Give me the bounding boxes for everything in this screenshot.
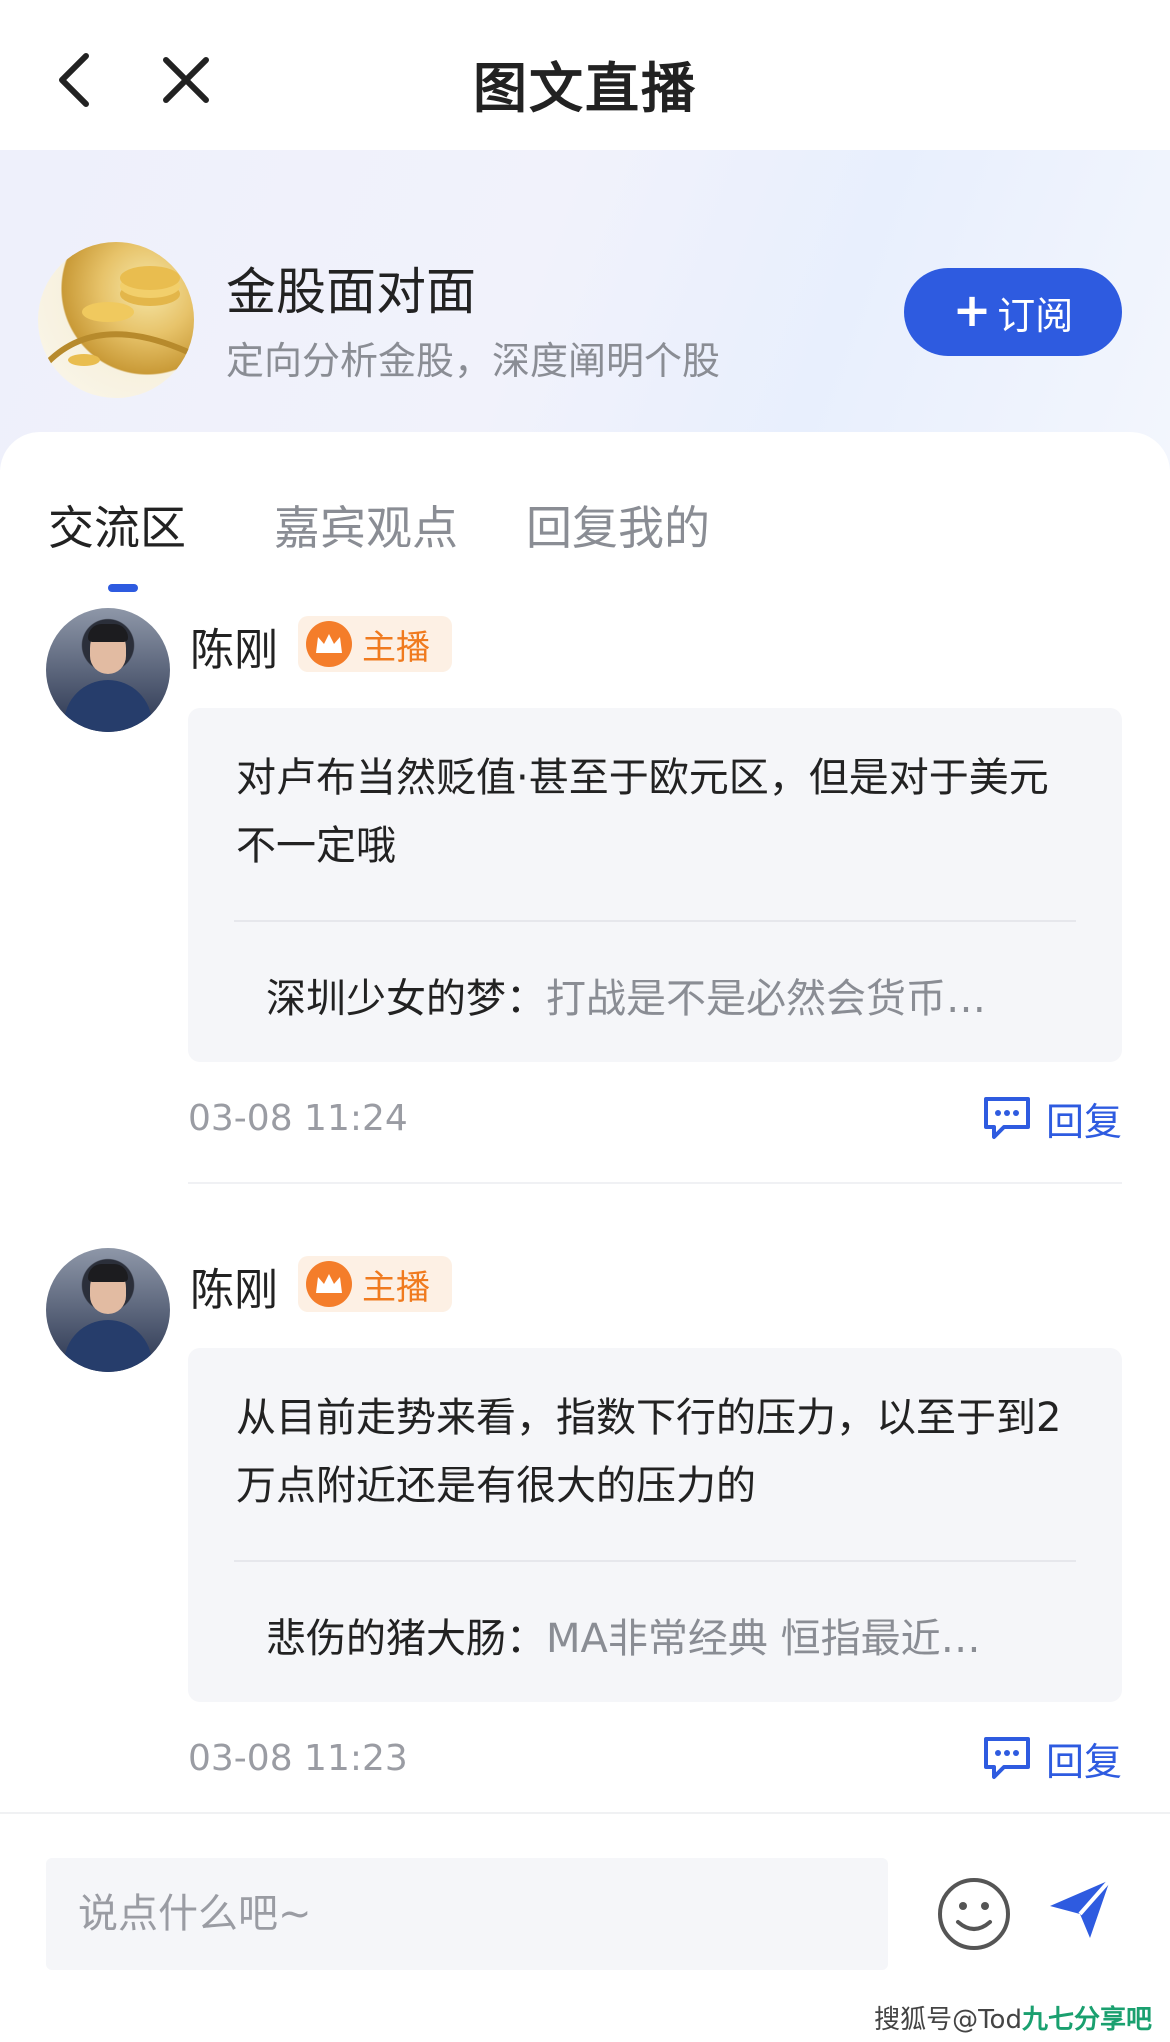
message-input-bar: 搜狐号@Tod九七分享吧 [0, 1812, 1170, 2042]
comment-icon [984, 1737, 1030, 1779]
channel-description: 定向分析金股，深度阐明个股 [226, 339, 721, 383]
reply-label: 回复 [1046, 1739, 1123, 1784]
tab-discussion[interactable]: 交流区 [48, 492, 186, 558]
quoted-message[interactable]: 悲伤的猪大肠：MA非常经典 恒指最近… [266, 1606, 1086, 1664]
watermark-brand: 九七分享吧 [1021, 2005, 1152, 2035]
active-tab-indicator [108, 584, 138, 592]
plus-icon: + [952, 283, 992, 337]
divider [234, 920, 1076, 922]
quoted-author: 深圳少女的梦： [266, 976, 546, 1022]
quoted-author: 悲伤的猪大肠： [266, 1616, 546, 1662]
author-name: 陈刚 [190, 1265, 278, 1316]
tab-replies-to-me[interactable]: 回复我的 [526, 492, 710, 558]
nav-bar: 图文直播 [0, 0, 1170, 150]
channel-avatar[interactable] [38, 242, 194, 398]
emoji-button[interactable] [936, 1876, 1012, 1952]
crown-icon [306, 621, 352, 667]
content-panel: 交流区 嘉宾观点 回复我的 陈刚 主播 对卢布当然贬值·甚至于欧元区，但是对于美… [0, 432, 1170, 1812]
tab-guest-views[interactable]: 嘉宾观点 [274, 492, 458, 558]
host-badge-label: 主播 [362, 1267, 430, 1308]
reply-button[interactable]: 回复 [982, 1088, 1122, 1148]
author-avatar[interactable] [46, 1248, 170, 1372]
tab-bar: 交流区 嘉宾观点 回复我的 [0, 472, 1170, 592]
post-timestamp: 03-08 11:23 [188, 1738, 408, 1779]
channel-name: 金股面对面 [226, 263, 476, 321]
send-button[interactable] [1046, 1874, 1116, 1944]
host-badge: 主播 [298, 616, 452, 672]
comment-icon [984, 1097, 1030, 1139]
quoted-text: 打战是不是必然会货币… [546, 976, 986, 1022]
app-screen: 图文直播 金股面对面 定向分析金股，深度阐明个股 + 订阅 交流区 嘉宾观点 回… [0, 0, 1170, 2042]
quoted-message[interactable]: 深圳少女的梦：打战是不是必然会货币… [266, 966, 1086, 1024]
post-timestamp: 03-08 11:24 [188, 1098, 408, 1139]
quoted-text: MA非常经典 恒指最近… [546, 1616, 981, 1662]
author-avatar[interactable] [46, 608, 170, 732]
page-title: 图文直播 [473, 57, 697, 120]
message-bubble: 对卢布当然贬值·甚至于欧元区，但是对于美元不一定哦 深圳少女的梦：打战是不是必然… [188, 708, 1122, 1062]
gold-coins-image [45, 266, 190, 366]
channel-header: 金股面对面 定向分析金股，深度阐明个股 + 订阅 [0, 150, 1170, 470]
send-icon [1050, 1878, 1112, 1938]
author-name: 陈刚 [190, 625, 278, 676]
message-text: 从目前走势来看，指数下行的压力，以至于到2万点附近还是有很大的压力的 [236, 1395, 1062, 1509]
divider [234, 1560, 1076, 1562]
smiley-icon [938, 1878, 1010, 1950]
subscribe-label: 订阅 [997, 293, 1074, 338]
host-badge-label: 主播 [362, 627, 430, 668]
reply-button[interactable]: 回复 [982, 1728, 1122, 1788]
crown-icon [306, 1261, 352, 1307]
watermark: 搜狐号@Tod九七分享吧 [874, 1999, 1152, 2036]
reply-label: 回复 [1046, 1099, 1123, 1144]
watermark-text: 搜狐号@Tod [874, 2005, 1022, 2035]
host-badge: 主播 [298, 1256, 452, 1312]
message-bubble: 从目前走势来看，指数下行的压力，以至于到2万点附近还是有很大的压力的 悲伤的猪大… [188, 1348, 1122, 1702]
message-input[interactable] [46, 1858, 888, 1970]
divider [188, 1182, 1122, 1184]
message-text: 对卢布当然贬值·甚至于欧元区，但是对于美元不一定哦 [236, 755, 1049, 869]
subscribe-button[interactable]: + 订阅 [904, 268, 1122, 356]
